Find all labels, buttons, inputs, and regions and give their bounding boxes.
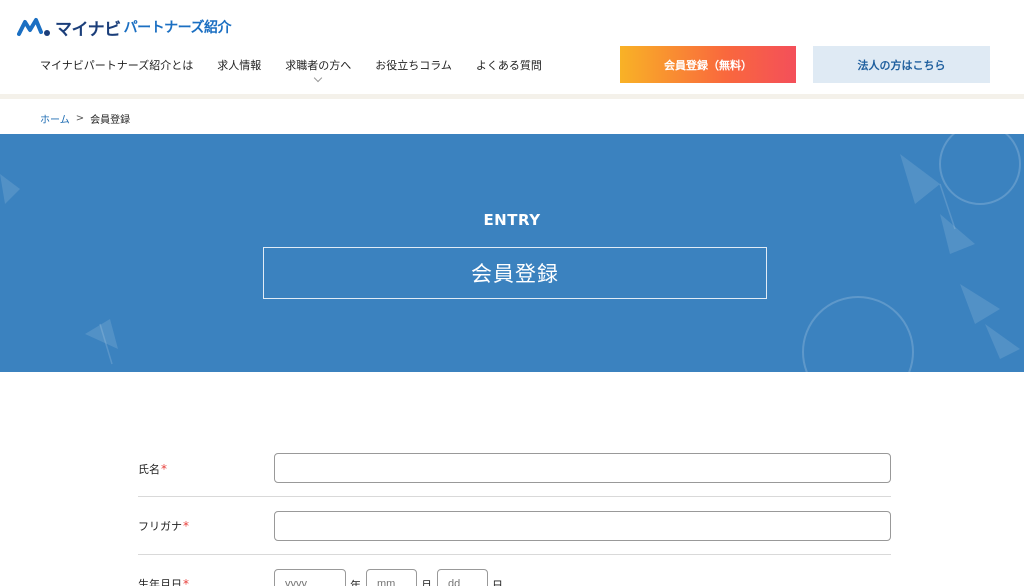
row-divider [138, 496, 891, 497]
hero-banner: ENTRY 会員登録 [0, 134, 1024, 372]
nav-item-columns[interactable]: お役立ちコラム [375, 57, 452, 73]
global-nav: マイナビパートナーズ紹介とは 求人情報 求職者の方へ お役立ちコラム よくある質… [40, 57, 566, 83]
chevron-down-icon [313, 73, 323, 83]
birthdate-label-text: 生年月日 [138, 578, 182, 586]
breadcrumb: ホーム > 会員登録 [40, 111, 130, 126]
birthdate-label: 生年月日 * [138, 576, 189, 586]
furigana-label: フリガナ * [138, 518, 189, 534]
breadcrumb-separator: > [75, 113, 85, 124]
site-logo[interactable]: マイナビ パートナーズ紹介 [17, 14, 231, 40]
logo-main-text: マイナビ [55, 19, 121, 40]
row-divider [138, 554, 891, 555]
furigana-label-text: フリガナ [138, 520, 182, 533]
nav-item-about[interactable]: マイナビパートナーズ紹介とは [40, 57, 193, 73]
birth-day-input[interactable] [437, 569, 488, 586]
nav-item-jobs[interactable]: 求人情報 [217, 57, 261, 73]
nav-item-faq[interactable]: よくある質問 [476, 57, 542, 73]
month-unit: 月 [421, 579, 432, 586]
required-mark: * [161, 462, 167, 476]
nav-item-job-seekers[interactable]: 求職者の方へ [285, 57, 352, 83]
furigana-input[interactable] [274, 511, 891, 541]
required-mark: * [183, 519, 189, 533]
breadcrumb-current: 会員登録 [90, 115, 131, 126]
name-input[interactable] [274, 453, 891, 483]
register-button[interactable]: 会員登録（無料） [620, 46, 796, 83]
page-title: 会員登録 [263, 247, 767, 299]
hero-subtitle: ENTRY [483, 211, 541, 229]
birth-month-input[interactable] [366, 569, 417, 586]
breadcrumb-home-link[interactable]: ホーム [40, 111, 70, 126]
year-unit: 年 [350, 579, 361, 586]
nav-item-job-seekers-label: 求職者の方へ [285, 59, 352, 72]
corporate-button[interactable]: 法人の方はこちら [813, 46, 990, 83]
day-unit: 日 [492, 579, 503, 586]
required-mark: * [183, 577, 189, 586]
mynavi-logo-icon [17, 18, 50, 36]
name-label-text: 氏名 [138, 463, 160, 476]
name-label: 氏名 * [138, 461, 167, 477]
site-header: マイナビ パートナーズ紹介 マイナビパートナーズ紹介とは 求人情報 求職者の方へ… [0, 0, 1024, 94]
header-divider [0, 94, 1024, 99]
logo-sub-text: パートナーズ紹介 [123, 20, 232, 36]
birth-year-input[interactable] [274, 569, 346, 586]
